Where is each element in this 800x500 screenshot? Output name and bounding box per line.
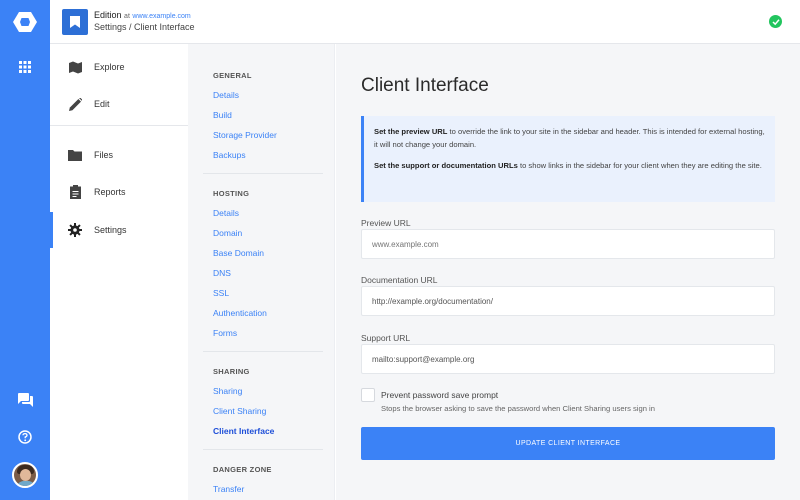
- help-icon[interactable]: [0, 417, 50, 457]
- subnav-link-ssl[interactable]: SSL: [213, 288, 229, 298]
- subnav-link-details[interactable]: Details: [213, 90, 239, 100]
- site-at-label: at: [124, 13, 130, 20]
- subnav-link-storage-provider[interactable]: Storage Provider: [213, 130, 277, 140]
- subnav-divider: [203, 449, 323, 450]
- logo-icon[interactable]: [0, 2, 50, 42]
- documentation-url-input[interactable]: [361, 286, 775, 316]
- pencil-icon: [68, 97, 82, 111]
- subnav-link-sharing[interactable]: Sharing: [213, 386, 242, 396]
- settings-subnav: GENERAL Details Build Storage Provider B…: [188, 44, 335, 500]
- subnav-link-client-sharing[interactable]: Client Sharing: [213, 406, 266, 416]
- nav-label: Settings: [94, 225, 127, 235]
- documentation-url-label: Documentation URL: [361, 275, 438, 285]
- subnav-link-domain[interactable]: Domain: [213, 228, 242, 238]
- clipboard-icon: [68, 185, 82, 199]
- subnav-link-hosting-details[interactable]: Details: [213, 208, 239, 218]
- nav-item-reports[interactable]: Reports: [50, 174, 188, 210]
- preview-url-label: Preview URL: [361, 218, 411, 228]
- nav-label: Files: [94, 150, 114, 160]
- nav-label: Edit: [94, 99, 110, 109]
- prevent-password-checkbox[interactable]: [361, 388, 375, 402]
- gear-icon: [68, 223, 82, 237]
- nav-item-edit[interactable]: Edit: [50, 86, 188, 122]
- support-url-label: Support URL: [361, 333, 411, 343]
- check-circle-icon: [769, 15, 782, 28]
- nav-item-settings[interactable]: Settings: [50, 212, 188, 248]
- subnav-link-client-interface[interactable]: Client Interface: [213, 426, 274, 436]
- info-bold-support: Set the support or documentation URLs: [374, 161, 518, 170]
- nav-label: Explore: [94, 62, 125, 72]
- subnav-link-authentication[interactable]: Authentication: [213, 308, 267, 318]
- site-title: Edition at www.example.com: [94, 10, 191, 20]
- support-url-input[interactable]: [361, 344, 775, 374]
- avatar[interactable]: [12, 462, 38, 488]
- info-bold-preview: Set the preview URL: [374, 127, 448, 136]
- subnav-heading-hosting: HOSTING: [213, 189, 250, 198]
- nav-item-files[interactable]: Files: [50, 137, 188, 173]
- update-client-interface-button[interactable]: UPDATE CLIENT INTERFACE: [361, 427, 775, 460]
- subnav-heading-sharing: SHARING: [213, 367, 250, 376]
- nav-item-explore[interactable]: Explore: [50, 49, 188, 85]
- breadcrumb: Settings / Client Interface: [94, 22, 195, 32]
- subnav-divider: [203, 173, 323, 174]
- prevent-password-label: Prevent password save prompt: [381, 390, 499, 400]
- subnav-link-dns[interactable]: DNS: [213, 268, 231, 278]
- subnav-link-base-domain[interactable]: Base Domain: [213, 248, 264, 258]
- map-icon: [68, 60, 82, 74]
- info-callout: Set the preview URL to override the link…: [361, 116, 775, 202]
- app-rail: [0, 0, 50, 500]
- site-name: Edition: [94, 10, 122, 20]
- prevent-password-help: Stops the browser asking to save the pas…: [381, 404, 655, 413]
- settings-content: Client Interface Set the preview URL to …: [336, 44, 800, 500]
- apps-grid-icon[interactable]: [0, 47, 50, 87]
- info-paragraph-support: Set the support or documentation URLs to…: [374, 160, 765, 173]
- subnav-link-forms[interactable]: Forms: [213, 328, 237, 338]
- preview-url-input[interactable]: [361, 229, 775, 259]
- page-title: Client Interface: [361, 75, 489, 96]
- subnav-heading-general: GENERAL: [213, 71, 252, 80]
- site-url-link[interactable]: www.example.com: [132, 13, 190, 20]
- site-header: Edition at www.example.com Settings / Cl…: [50, 0, 800, 44]
- main-nav: Explore Edit Files Reports Settings: [50, 44, 188, 500]
- chat-icon[interactable]: [0, 380, 50, 420]
- bookmark-icon[interactable]: [62, 9, 88, 35]
- subnav-link-build[interactable]: Build: [213, 110, 232, 120]
- subnav-divider: [203, 351, 323, 352]
- subnav-heading-danger-zone: DANGER ZONE: [213, 465, 272, 474]
- nav-label: Reports: [94, 187, 126, 197]
- folder-icon: [68, 148, 82, 162]
- subnav-link-backups[interactable]: Backups: [213, 150, 246, 160]
- subnav-link-transfer[interactable]: Transfer: [213, 484, 244, 494]
- info-text-support: to show links in the sidebar for your cl…: [517, 161, 762, 170]
- nav-divider: [50, 125, 188, 126]
- info-paragraph-preview: Set the preview URL to override the link…: [374, 126, 765, 151]
